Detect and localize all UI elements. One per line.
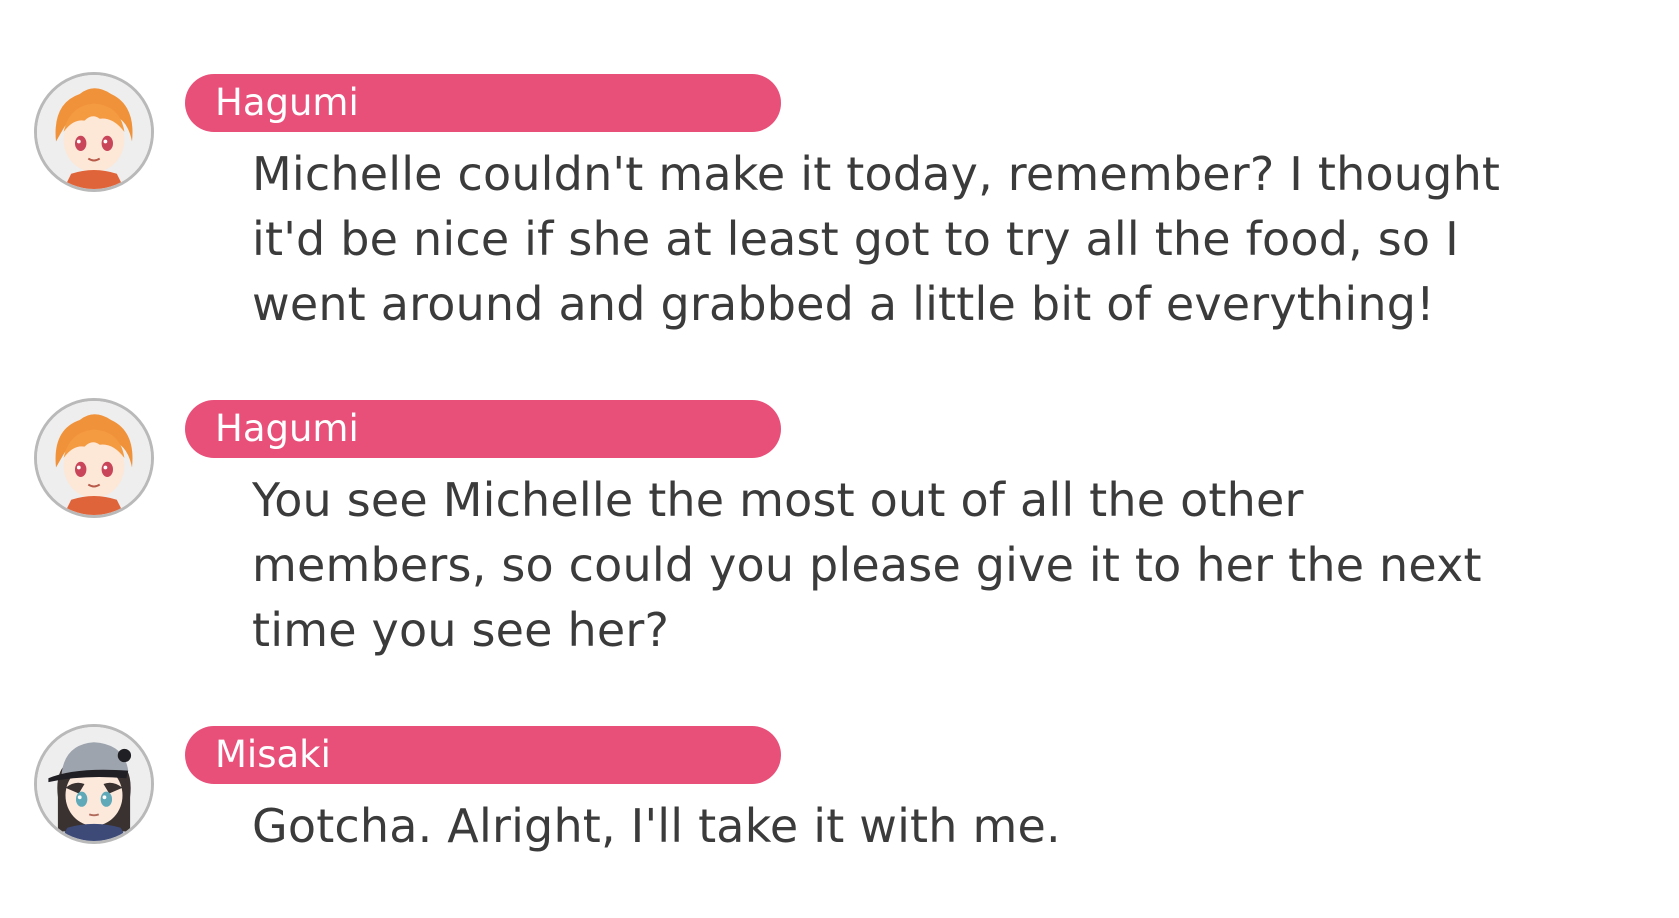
dialogue-text: Michelle couldn't make it today, remembe… [252, 142, 1672, 337]
dialogue-line: went around and grabbed a little bit of … [252, 277, 1435, 331]
hagumi-avatar-icon [34, 398, 154, 518]
dialogue-text: You see Michelle the most out of all the… [252, 468, 1672, 663]
misaki-avatar-icon [34, 724, 154, 844]
speaker-nameplate: Hagumi [185, 400, 781, 458]
dialogue-line: You see Michelle the most out of all the… [252, 473, 1304, 527]
speaker-nameplate: Misaki [185, 726, 781, 784]
dialogue-line: members, so could you please give it to … [252, 538, 1482, 592]
speaker-nameplate: Hagumi [185, 74, 781, 132]
dialogue-line: Michelle couldn't make it today, remembe… [252, 147, 1501, 201]
dialogue-line: it'd be nice if she at least got to try … [252, 212, 1459, 266]
dialogue-line: time you see her? [252, 603, 670, 657]
hagumi-avatar-icon [34, 72, 154, 192]
dialogue-line: Gotcha. Alright, I'll take it with me. [252, 799, 1061, 853]
dialogue-text: Gotcha. Alright, I'll take it with me. [252, 794, 1672, 859]
dialogue-log: Hagumi Michelle couldn't make it today, … [0, 0, 1679, 918]
